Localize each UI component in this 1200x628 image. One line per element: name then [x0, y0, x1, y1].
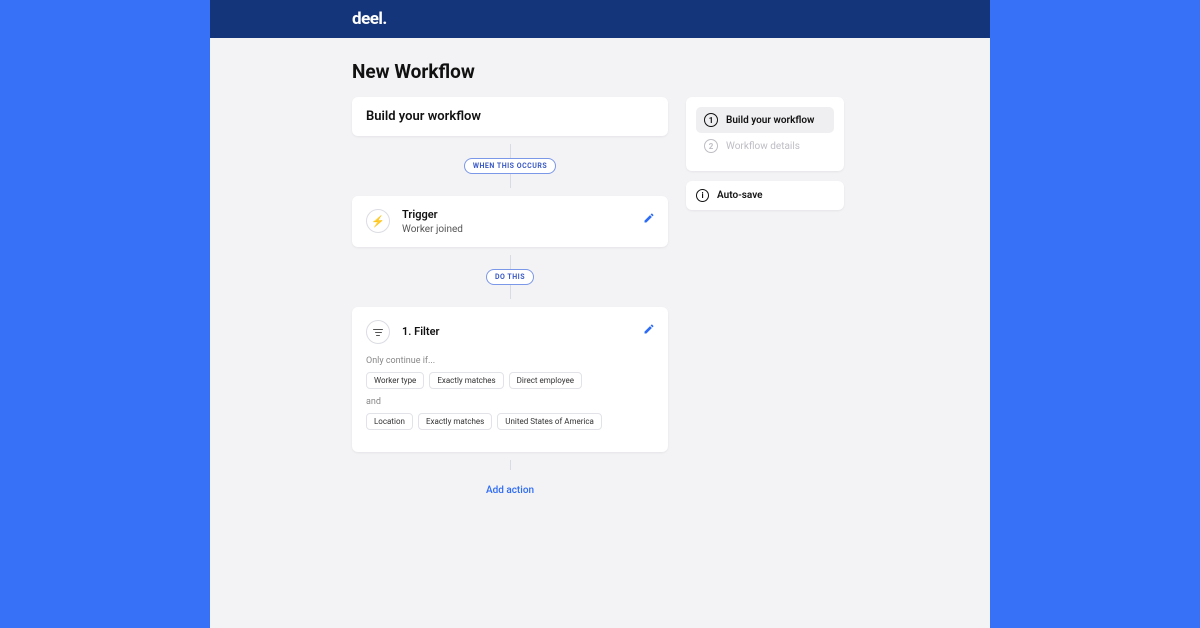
bolt-icon: ⚡: [366, 209, 390, 233]
side-column: 1 Build your workflow 2 Workflow details…: [686, 97, 844, 497]
only-continue-label: Only continue if...: [366, 356, 654, 366]
condition-row-2: Location Exactly matches United States o…: [366, 413, 654, 430]
cond1-op[interactable]: Exactly matches: [429, 372, 503, 389]
and-label: and: [366, 397, 654, 407]
autosave-label: Auto-save: [717, 190, 763, 201]
trigger-card[interactable]: ⚡ Trigger Worker joined: [352, 196, 668, 247]
build-workflow-label: Build your workflow: [366, 109, 481, 124]
cond1-value[interactable]: Direct employee: [509, 372, 582, 389]
app-frame: deel. New Workflow Build your workflow W…: [210, 0, 990, 628]
filter-card[interactable]: 1. Filter Only continue if... Worker typ…: [352, 307, 668, 452]
condition-row-1: Worker type Exactly matches Direct emplo…: [366, 372, 654, 389]
page-title: New Workflow: [352, 60, 990, 83]
filter-title: 1. Filter: [402, 325, 439, 338]
connector-line: [510, 174, 511, 188]
cond2-op[interactable]: Exactly matches: [418, 413, 492, 430]
autosave-card: i Auto-save: [686, 181, 844, 210]
connector-do-this: DO THIS: [352, 255, 668, 299]
when-occurs-pill: WHEN THIS OCCURS: [464, 158, 556, 174]
filter-icon: [366, 320, 390, 344]
cond2-value[interactable]: United States of America: [497, 413, 602, 430]
cond2-field[interactable]: Location: [366, 413, 413, 430]
connector-line: [510, 255, 511, 269]
connector-line: [510, 285, 511, 299]
connector-add: [352, 460, 668, 470]
step-number-1: 1: [704, 113, 718, 127]
build-workflow-header-card: Build your workflow: [352, 97, 668, 136]
edit-trigger-button[interactable]: [642, 208, 656, 222]
workflow-column: Build your workflow WHEN THIS OCCURS ⚡ T…: [352, 97, 668, 497]
step-workflow-details[interactable]: 2 Workflow details: [696, 133, 834, 159]
trigger-subtitle: Worker joined: [402, 224, 463, 235]
step-build-workflow[interactable]: 1 Build your workflow: [696, 107, 834, 133]
cond1-field[interactable]: Worker type: [366, 372, 424, 389]
trigger-title: Trigger: [402, 208, 463, 221]
step-number-2: 2: [704, 139, 718, 153]
connector-line: [510, 460, 511, 470]
do-this-pill: DO THIS: [486, 269, 534, 285]
edit-filter-button[interactable]: [642, 319, 656, 333]
pencil-icon: [643, 320, 655, 332]
layout: Build your workflow WHEN THIS OCCURS ⚡ T…: [210, 97, 990, 497]
add-action-button[interactable]: Add action: [486, 485, 534, 496]
steps-card: 1 Build your workflow 2 Workflow details: [686, 97, 844, 171]
brand-logo: deel.: [352, 9, 387, 29]
add-action-row: Add action: [352, 478, 668, 497]
step-1-label: Build your workflow: [726, 115, 814, 126]
pencil-icon: [643, 209, 655, 221]
connector-line: [510, 144, 511, 158]
app-header: deel.: [210, 0, 990, 38]
connector-when-occurs: WHEN THIS OCCURS: [352, 144, 668, 188]
step-2-label: Workflow details: [726, 141, 800, 152]
info-icon: i: [696, 189, 709, 202]
